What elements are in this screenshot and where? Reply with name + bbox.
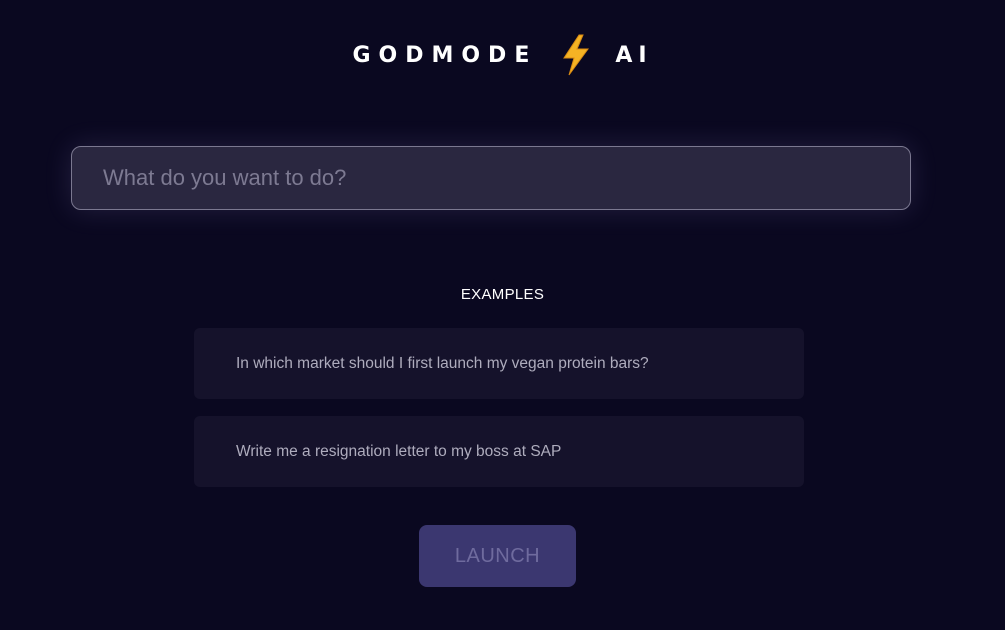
example-label: Write me a resignation letter to my boss…: [236, 442, 562, 460]
brand-title-right: AI: [615, 42, 653, 68]
lightning-bolt-icon: [559, 34, 593, 76]
example-item-resignation-letter[interactable]: Write me a resignation letter to my boss…: [194, 416, 804, 487]
launch-button[interactable]: LAUNCH: [419, 525, 576, 587]
brand-header: GODMODE AI: [0, 34, 1005, 76]
search-container: [71, 146, 911, 210]
examples-heading: EXAMPLES: [460, 286, 545, 303]
example-item-market-launch[interactable]: In which market should I first launch my…: [194, 328, 804, 399]
page: GODMODE AI EXAMPLES In which market shou…: [0, 0, 1005, 630]
brand-title-left: GODMODE: [352, 42, 538, 68]
task-input[interactable]: [71, 146, 911, 210]
example-label: In which market should I first launch my…: [236, 354, 649, 372]
